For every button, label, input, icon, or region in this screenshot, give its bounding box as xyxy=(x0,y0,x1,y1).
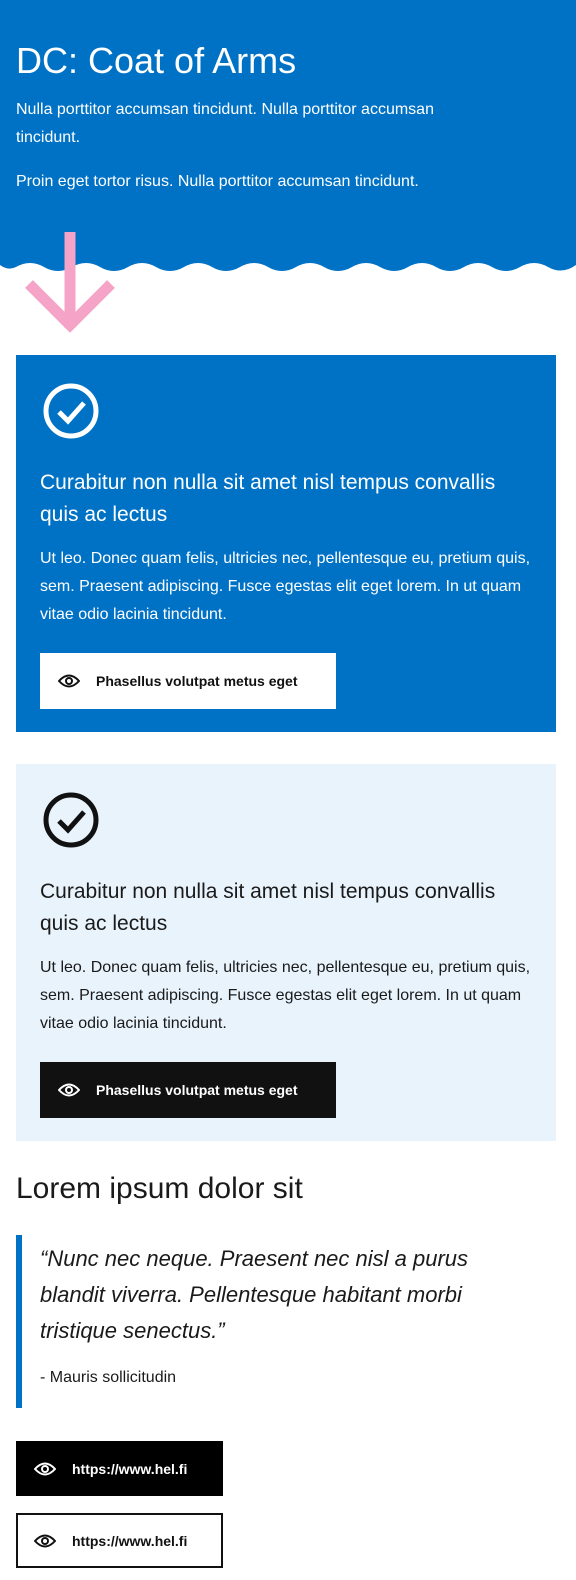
arrow-down-icon xyxy=(25,232,115,333)
link-label: https://www.hel.fi xyxy=(72,1532,188,1549)
info-card-light: Curabitur non nulla sit amet nisl tempus… xyxy=(16,764,556,1141)
eye-icon xyxy=(34,1462,56,1475)
hero-paragraph: Nulla porttitor accumsan tincidunt. Null… xyxy=(16,101,434,146)
section-heading: Lorem ipsum dolor sit xyxy=(16,1172,303,1205)
eye-icon xyxy=(34,1534,56,1547)
button-label: Phasellus volutpat metus eget xyxy=(96,1082,298,1098)
info-card-dark: Curabitur non nulla sit amet nisl tempus… xyxy=(16,355,556,732)
card-heading: Curabitur non nulla sit amet nisl tempus… xyxy=(40,880,496,935)
page-title: DC: Coat of Arms xyxy=(16,40,297,81)
eye-icon xyxy=(58,1083,80,1097)
card-button[interactable]: Phasellus volutpat metus eget xyxy=(40,1062,336,1118)
hero-paragraph: Proin eget tortor risus. Nulla porttitor… xyxy=(16,173,419,190)
check-circle-icon xyxy=(43,383,99,439)
link-button-filled[interactable]: https://www.hel.fi xyxy=(16,1441,223,1496)
quote-text: “Nunc nec neque. Praesent nec nisl a pur… xyxy=(40,1246,469,1343)
check-circle-icon xyxy=(43,792,99,848)
card-body: Ut leo. Donec quam felis, ultricies nec,… xyxy=(40,959,531,1032)
card-body: Ut leo. Donec quam felis, ultricies nec,… xyxy=(40,550,531,623)
blockquote: “Nunc nec neque. Praesent nec nisl a pur… xyxy=(16,1235,536,1408)
quote-cite: - Mauris sollicitudin xyxy=(40,1369,177,1386)
card-heading: Curabitur non nulla sit amet nisl tempus… xyxy=(40,471,496,526)
link-label: https://www.hel.fi xyxy=(72,1460,188,1477)
hero: DC: Coat of Arms Nulla porttitor accumsa… xyxy=(0,0,576,262)
eye-icon xyxy=(58,674,80,688)
button-label: Phasellus volutpat metus eget xyxy=(96,673,298,689)
link-button-outline[interactable]: https://www.hel.fi xyxy=(16,1513,223,1568)
card-button[interactable]: Phasellus volutpat metus eget xyxy=(40,653,336,709)
